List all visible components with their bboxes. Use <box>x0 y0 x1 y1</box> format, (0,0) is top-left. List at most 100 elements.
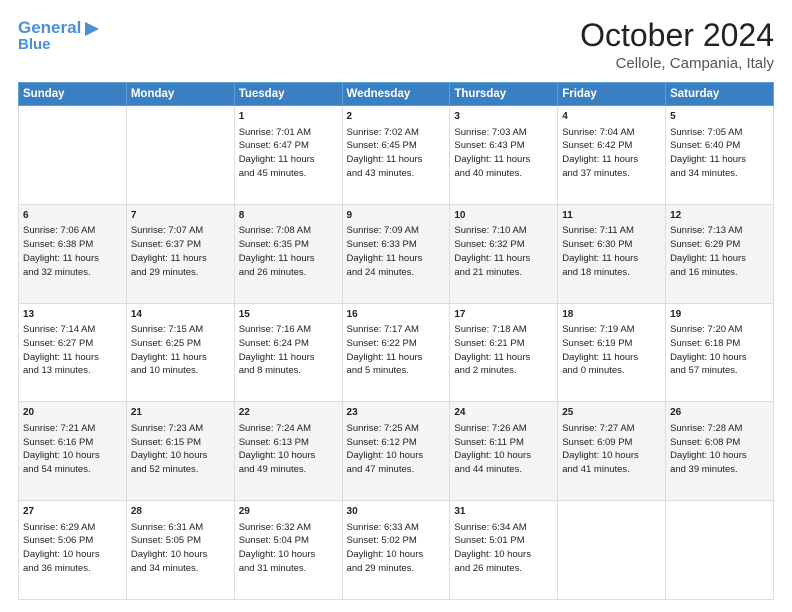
cell-line: Daylight: 11 hours <box>562 351 661 365</box>
cell-line: Sunset: 6:19 PM <box>562 337 661 351</box>
cell-line: Daylight: 10 hours <box>131 548 230 562</box>
cell-line: Daylight: 11 hours <box>454 351 553 365</box>
cell-line: Sunset: 6:29 PM <box>670 238 769 252</box>
cell-line: Daylight: 10 hours <box>239 449 338 463</box>
calendar-row: 1Sunrise: 7:01 AMSunset: 6:47 PMDaylight… <box>19 106 774 205</box>
cell-line: Daylight: 11 hours <box>562 252 661 266</box>
calendar-cell: 26Sunrise: 7:28 AMSunset: 6:08 PMDayligh… <box>666 402 774 501</box>
cell-line: Daylight: 10 hours <box>670 351 769 365</box>
cell-line: Sunset: 6:27 PM <box>23 337 122 351</box>
calendar-cell: 9Sunrise: 7:09 AMSunset: 6:33 PMDaylight… <box>342 204 450 303</box>
subtitle: Cellole, Campania, Italy <box>580 55 774 72</box>
cell-line: and 32 minutes. <box>23 266 122 280</box>
calendar-row: 27Sunrise: 6:29 AMSunset: 5:06 PMDayligh… <box>19 501 774 600</box>
day-number: 5 <box>670 110 769 125</box>
calendar-cell: 14Sunrise: 7:15 AMSunset: 6:25 PMDayligh… <box>126 303 234 402</box>
cell-line: Sunrise: 7:20 AM <box>670 323 769 337</box>
day-number: 12 <box>670 209 769 224</box>
cell-line: Sunrise: 6:34 AM <box>454 521 553 535</box>
calendar-cell: 21Sunrise: 7:23 AMSunset: 6:15 PMDayligh… <box>126 402 234 501</box>
cell-line: Sunrise: 7:14 AM <box>23 323 122 337</box>
day-number: 24 <box>454 406 553 421</box>
day-number: 6 <box>23 209 122 224</box>
cell-line: Sunrise: 7:04 AM <box>562 126 661 140</box>
main-title: October 2024 <box>580 18 774 53</box>
calendar-cell: 7Sunrise: 7:07 AMSunset: 6:37 PMDaylight… <box>126 204 234 303</box>
cell-line: Sunrise: 7:23 AM <box>131 422 230 436</box>
day-number: 30 <box>347 505 446 520</box>
calendar-cell: 23Sunrise: 7:25 AMSunset: 6:12 PMDayligh… <box>342 402 450 501</box>
cell-line: Daylight: 11 hours <box>670 252 769 266</box>
calendar-cell: 24Sunrise: 7:26 AMSunset: 6:11 PMDayligh… <box>450 402 558 501</box>
day-number: 29 <box>239 505 338 520</box>
cell-line: Daylight: 10 hours <box>23 449 122 463</box>
day-number: 3 <box>454 110 553 125</box>
calendar-cell: 15Sunrise: 7:16 AMSunset: 6:24 PMDayligh… <box>234 303 342 402</box>
cell-line: Daylight: 10 hours <box>23 548 122 562</box>
cell-line: and 34 minutes. <box>131 562 230 576</box>
cell-line: and 26 minutes. <box>454 562 553 576</box>
cell-line: Daylight: 10 hours <box>562 449 661 463</box>
calendar-cell: 29Sunrise: 6:32 AMSunset: 5:04 PMDayligh… <box>234 501 342 600</box>
cell-line: Sunset: 6:45 PM <box>347 139 446 153</box>
cell-line: Sunset: 6:42 PM <box>562 139 661 153</box>
cell-line: Sunset: 5:01 PM <box>454 534 553 548</box>
cell-line: and 24 minutes. <box>347 266 446 280</box>
cell-line: Sunset: 5:05 PM <box>131 534 230 548</box>
calendar-cell: 8Sunrise: 7:08 AMSunset: 6:35 PMDaylight… <box>234 204 342 303</box>
cell-line: and 5 minutes. <box>347 364 446 378</box>
cell-line: Sunset: 6:37 PM <box>131 238 230 252</box>
cell-line: Daylight: 11 hours <box>239 153 338 167</box>
cell-line: Sunset: 6:09 PM <box>562 436 661 450</box>
calendar-cell: 16Sunrise: 7:17 AMSunset: 6:22 PMDayligh… <box>342 303 450 402</box>
cell-line: Daylight: 10 hours <box>454 548 553 562</box>
cell-line: and 57 minutes. <box>670 364 769 378</box>
calendar-table: SundayMondayTuesdayWednesdayThursdayFrid… <box>18 82 774 600</box>
calendar-cell: 17Sunrise: 7:18 AMSunset: 6:21 PMDayligh… <box>450 303 558 402</box>
calendar-cell: 27Sunrise: 6:29 AMSunset: 5:06 PMDayligh… <box>19 501 127 600</box>
cell-line: Daylight: 10 hours <box>347 449 446 463</box>
cell-line: Sunrise: 7:24 AM <box>239 422 338 436</box>
cell-line: Sunrise: 7:26 AM <box>454 422 553 436</box>
cell-line: Sunset: 6:40 PM <box>670 139 769 153</box>
cell-line: Sunrise: 7:18 AM <box>454 323 553 337</box>
day-number: 27 <box>23 505 122 520</box>
cell-line: and 49 minutes. <box>239 463 338 477</box>
cell-line: and 45 minutes. <box>239 167 338 181</box>
logo-col: General Blue <box>18 18 101 53</box>
cell-line: Daylight: 11 hours <box>23 351 122 365</box>
day-number: 20 <box>23 406 122 421</box>
cell-line: Sunrise: 6:29 AM <box>23 521 122 535</box>
cell-line: Sunset: 6:08 PM <box>670 436 769 450</box>
day-number: 22 <box>239 406 338 421</box>
cell-line: and 0 minutes. <box>562 364 661 378</box>
cell-line: and 26 minutes. <box>239 266 338 280</box>
calendar-cell: 30Sunrise: 6:33 AMSunset: 5:02 PMDayligh… <box>342 501 450 600</box>
cell-line: Sunset: 6:24 PM <box>239 337 338 351</box>
calendar-cell: 13Sunrise: 7:14 AMSunset: 6:27 PMDayligh… <box>19 303 127 402</box>
calendar-cell: 20Sunrise: 7:21 AMSunset: 6:16 PMDayligh… <box>19 402 127 501</box>
cell-line: and 54 minutes. <box>23 463 122 477</box>
cell-line: Sunrise: 7:10 AM <box>454 224 553 238</box>
col-header-thursday: Thursday <box>450 83 558 106</box>
calendar-cell <box>666 501 774 600</box>
col-header-saturday: Saturday <box>666 83 774 106</box>
day-number: 16 <box>347 308 446 323</box>
cell-line: Sunrise: 7:11 AM <box>562 224 661 238</box>
cell-line: Sunrise: 6:31 AM <box>131 521 230 535</box>
cell-line: Sunset: 6:21 PM <box>454 337 553 351</box>
calendar-cell: 1Sunrise: 7:01 AMSunset: 6:47 PMDaylight… <box>234 106 342 205</box>
cell-line: Daylight: 11 hours <box>131 252 230 266</box>
cell-line: Sunrise: 7:21 AM <box>23 422 122 436</box>
calendar-header-row: SundayMondayTuesdayWednesdayThursdayFrid… <box>19 83 774 106</box>
cell-line: and 8 minutes. <box>239 364 338 378</box>
cell-line: Sunrise: 7:17 AM <box>347 323 446 337</box>
day-number: 7 <box>131 209 230 224</box>
cell-line: Daylight: 10 hours <box>347 548 446 562</box>
logo-arrow-icon <box>83 20 101 38</box>
cell-line: Sunrise: 7:06 AM <box>23 224 122 238</box>
cell-line: Sunset: 6:22 PM <box>347 337 446 351</box>
calendar-cell: 2Sunrise: 7:02 AMSunset: 6:45 PMDaylight… <box>342 106 450 205</box>
cell-line: Sunrise: 7:03 AM <box>454 126 553 140</box>
day-number: 18 <box>562 308 661 323</box>
